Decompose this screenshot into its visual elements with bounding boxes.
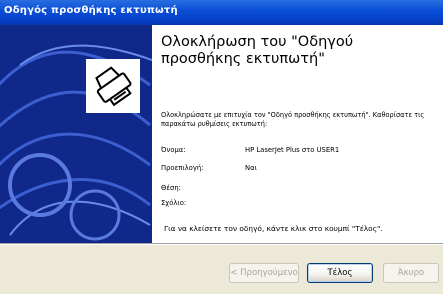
wizard-sidebar xyxy=(0,25,152,243)
setting-label: Προεπιλογή: xyxy=(161,164,204,172)
window-title: Οδηγός προσθήκης εκτυπωτή xyxy=(4,5,178,16)
wizard-content: Ολοκλήρωση του "Οδηγού προσθήκης εκτυπωτ… xyxy=(152,25,443,243)
intro-text: Ολοκληρώσατε με επιτυχία τον "Οδηγό προσ… xyxy=(161,111,425,128)
setting-value: Ναι xyxy=(245,164,257,172)
cancel-button[interactable]: Άκυρο xyxy=(383,263,439,283)
setting-label: Όνομα: xyxy=(161,146,186,154)
button-separator xyxy=(0,243,443,245)
back-button[interactable]: < Προηγούμενο xyxy=(229,263,299,283)
title-bar[interactable]: Οδηγός προσθήκης εκτυπωτή xyxy=(0,0,443,25)
setting-value: HP LaserJet Plus στο USER1 xyxy=(245,146,340,154)
setting-row-default: Προεπιλογή: Ναι xyxy=(161,164,257,172)
finish-instruction: Για να κλείσετε τον οδηγό, κάντε κλικ στ… xyxy=(164,224,383,233)
sidebar-swirl-graphic xyxy=(0,44,152,241)
setting-label: Θέση: xyxy=(161,184,181,192)
setting-label: Σχόλιο: xyxy=(161,199,187,207)
setting-row-location: Θέση: xyxy=(161,184,181,192)
setting-row-name: Όνομα: HP LaserJet Plus στο USER1 xyxy=(161,146,339,154)
printer-icon xyxy=(86,59,140,113)
finish-button[interactable]: Τέλος xyxy=(307,263,373,283)
setting-row-comment: Σχόλιο: xyxy=(161,199,186,207)
page-heading: Ολοκλήρωση του "Οδηγού προσθήκης εκτυπωτ… xyxy=(161,34,354,67)
